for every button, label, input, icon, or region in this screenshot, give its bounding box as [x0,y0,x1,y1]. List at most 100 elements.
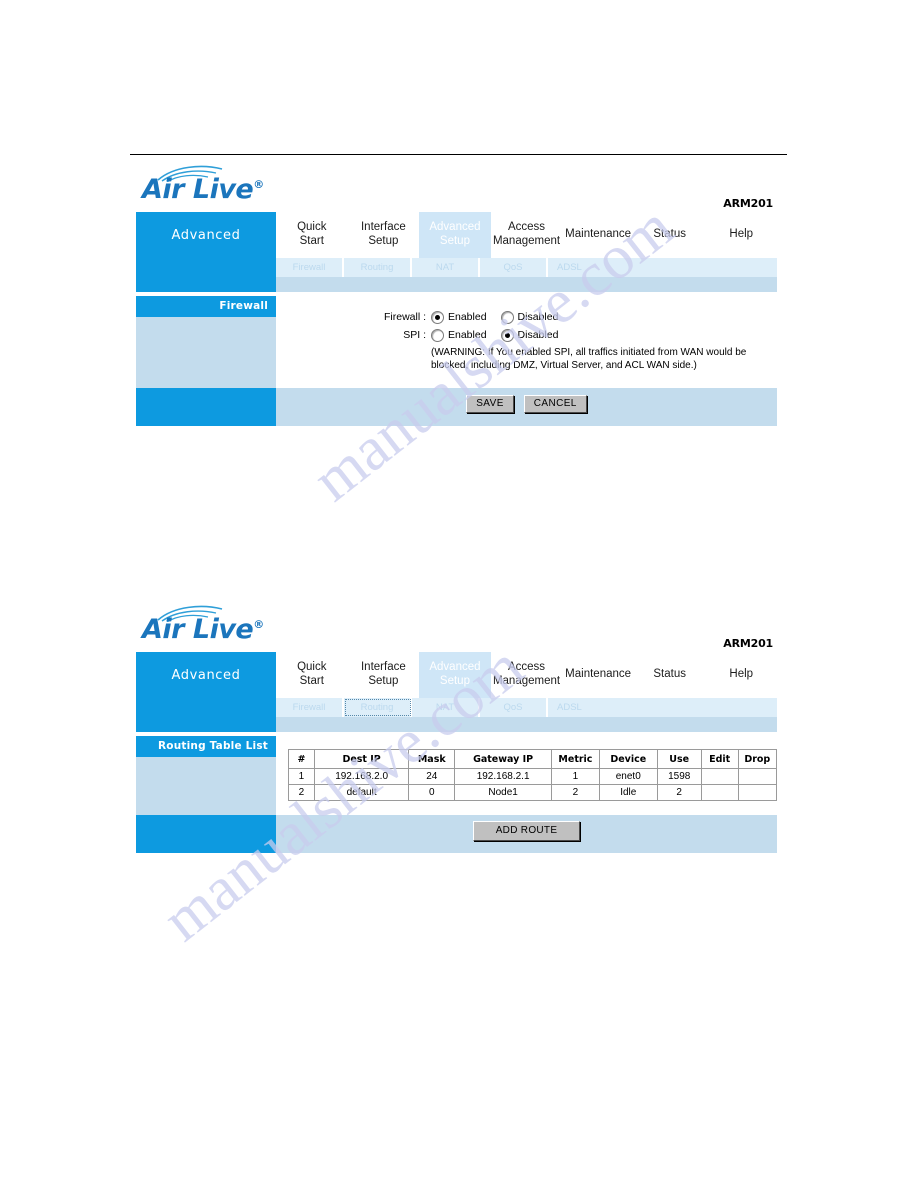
tab-access-management[interactable]: Access Management [491,652,563,698]
tab-label-line2: Setup [368,235,399,247]
firewall-screenshot-panel: Air Live® ARM201 Advanced Quick Start In… [136,160,777,426]
cell-edit[interactable] [700,784,739,801]
firewall-disabled-radio[interactable] [500,310,514,324]
save-button[interactable]: SAVE [466,395,514,413]
subtab-firewall[interactable]: Firewall [276,698,344,717]
tab-interface-setup[interactable]: Interface Setup [348,212,420,258]
sub-nav-spacer [136,698,276,717]
tab-label-line1: Advanced [429,661,481,674]
tab-label-line1: Quick [297,221,327,234]
tab-label-line2: Management [492,675,561,687]
routing-action-bar: ADD ROUTE [276,815,777,847]
routing-section-sidebar: Routing Table List [136,736,276,815]
subtab-routing[interactable]: Routing [344,698,412,717]
cell-drop[interactable] [737,768,778,785]
firewall-enabled-radio[interactable] [431,310,444,324]
table-header-row: # Dest IP Mask Gateway IP Metric Device … [288,749,778,769]
sidebar-fill [136,317,276,388]
column-header-metric: Metric [551,749,600,769]
tab-quick-start[interactable]: Quick Start [276,652,348,698]
page-header-rule [130,154,787,155]
subtab-adsl[interactable]: ADSL [548,258,777,277]
subtab-adsl[interactable]: ADSL [548,698,777,717]
routing-footer: ADD ROUTE [136,815,777,847]
cell-num: 2 [288,784,315,801]
cell-drop[interactable] [737,784,778,801]
subtab-nat[interactable]: NAT [412,698,480,717]
nav-brand-advanced: Advanced [136,652,276,698]
firewall-section-sidebar: Firewall [136,296,276,388]
subtab-firewall[interactable]: Firewall [276,258,344,277]
tab-label-line2: Start [299,675,324,687]
subtab-routing[interactable]: Routing [344,258,412,277]
bottom-strip-left [136,847,276,853]
table-row: 2 default 0 Node1 2 Idle 2 [288,784,778,801]
firewall-disabled-label: Disabled [517,311,559,323]
tab-quick-start[interactable]: Quick Start [276,212,348,258]
nav-tab-list: Quick Start Interface Setup Advanced Set… [276,652,777,698]
spi-setting-row: SPI : Enabled Disabled [276,328,777,342]
cell-dest-ip: 192.168.2.0 [313,768,410,785]
airlive-logo: Air Live® [142,164,342,210]
firewall-radio-group: Enabled Disabled [431,310,568,324]
cell-mask: 24 [408,768,456,785]
tab-status[interactable]: Status [634,212,706,258]
column-header-edit: Edit [700,749,739,769]
section-title-firewall: Firewall [136,296,276,317]
column-header-num: # [288,749,315,769]
nav-tab-list: Quick Start Interface Setup Advanced Set… [276,212,777,258]
routing-table-wrapper: # Dest IP Mask Gateway IP Metric Device … [276,736,778,815]
sub-tab-list: Firewall Routing NAT QoS ADSL [276,698,777,717]
cell-gateway-ip: 192.168.2.1 [454,768,553,785]
tab-access-management[interactable]: Access Management [491,212,563,258]
tab-label-line1: Help [729,668,754,681]
firewall-field-label: Firewall : [383,311,426,323]
cell-use: 1598 [656,768,702,785]
tab-help[interactable]: Help [705,212,777,258]
spi-field-label: SPI : [403,329,426,341]
tab-label-line1: Quick [297,661,327,674]
subtab-qos[interactable]: QoS [480,698,548,717]
sub-tab-list: Firewall Routing NAT QoS ADSL [276,258,777,277]
tab-status[interactable]: Status [634,652,706,698]
routing-screenshot-panel: Air Live® ARM201 Advanced Quick Start In… [136,600,778,853]
tab-advanced-setup[interactable]: Advanced Setup [419,652,491,698]
tab-help[interactable]: Help [705,652,777,698]
subtab-nat[interactable]: NAT [412,258,480,277]
spi-warning-text: (WARNING: If You enabled SPI, all traffi… [431,347,747,371]
tab-label-line2: Setup [368,675,399,687]
tab-interface-setup[interactable]: Interface Setup [348,652,420,698]
logo-word: Air Live [142,614,254,645]
firewall-action-bar: SAVE CANCEL [276,388,777,420]
add-route-button[interactable]: ADD ROUTE [472,821,581,841]
section-title-routing-table-list: Routing Table List [136,736,276,757]
bottom-strip-left [136,420,276,426]
tab-label-line1: Help [729,228,754,241]
cancel-button[interactable]: CANCEL [523,395,587,413]
tab-maintenance[interactable]: Maintenance [562,212,634,258]
tab-advanced-setup[interactable]: Advanced Setup [419,212,491,258]
tab-label-line2: Setup [439,235,470,247]
tab-label-line1: Maintenance [565,668,632,681]
subtab-qos[interactable]: QoS [480,258,548,277]
spi-enabled-radio[interactable] [431,328,444,342]
logo-wordmark: Air Live® [142,174,264,205]
cell-metric: 2 [551,784,600,801]
cell-metric: 1 [551,768,600,785]
routing-table: # Dest IP Mask Gateway IP Metric Device … [288,749,778,801]
divider-strip-right [276,277,777,292]
tab-label-line1: Access [507,661,546,674]
firewall-setting-row: Firewall : Enabled Disabled [276,310,777,324]
logo-bar: Air Live® ARM201 [136,600,777,652]
cell-edit[interactable] [700,768,739,785]
logo-wordmark: Air Live® [142,614,264,645]
tab-maintenance[interactable]: Maintenance [562,652,634,698]
cell-mask: 0 [408,784,456,801]
tab-label-line1: Status [653,668,686,681]
divider-strip [136,277,777,292]
tab-label-line1: Status [653,228,686,241]
logo-word: Air Live [142,174,254,205]
firewall-body: Firewall Firewall : Enabled Disabled SPI… [136,296,777,388]
column-header-dest-ip: Dest IP [313,749,410,769]
spi-disabled-radio[interactable] [500,328,514,342]
